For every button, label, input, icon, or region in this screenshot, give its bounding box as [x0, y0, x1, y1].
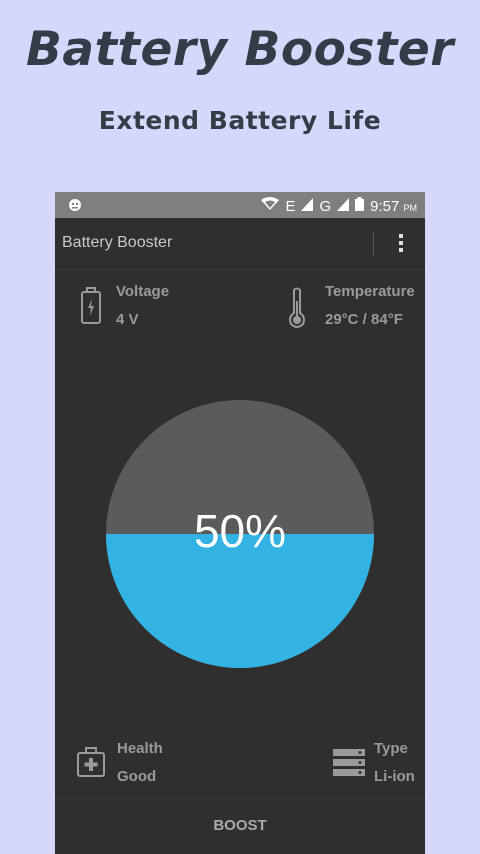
battery-status-icon — [355, 197, 365, 215]
network-type-e: E — [285, 197, 296, 215]
signal-icon — [301, 197, 314, 215]
health-stat: Health Good — [117, 735, 163, 791]
temperature-value: 29°C / 84°F — [325, 311, 403, 328]
voltage-stat: Voltage 4 V — [116, 278, 169, 334]
bottom-bar: BOOST — [55, 798, 425, 854]
battery-percent: 50% — [193, 505, 287, 557]
voltage-value: 4 V — [116, 311, 139, 328]
type-stat: Type Li-ion — [374, 735, 415, 791]
voltage-label: Voltage — [116, 283, 170, 300]
status-bar: E G 9:57 PM — [55, 192, 425, 218]
promo-subtitle: Extend Battery Life — [98, 106, 382, 135]
network-type-g: G — [319, 197, 332, 215]
thermometer-icon — [287, 287, 307, 333]
type-label: Type — [374, 740, 408, 757]
clock: 9:57 PM — [370, 197, 417, 215]
type-value: Li-ion — [374, 768, 415, 785]
app-title: Battery Booster — [62, 234, 173, 251]
wifi-icon — [261, 197, 280, 215]
signal-icon-2 — [337, 197, 350, 215]
health-label: Health — [117, 740, 163, 757]
temperature-stat: Temperature 29°C / 84°F — [325, 278, 415, 334]
stack-icon — [333, 749, 365, 781]
app-bar: Battery Booster — [55, 218, 425, 270]
battery-icon — [79, 287, 103, 329]
more-vert-icon[interactable] — [389, 232, 413, 258]
medical-kit-icon — [77, 747, 105, 781]
battery-level-gauge: 50% — [106, 400, 374, 668]
promo-title: Battery Booster — [26, 22, 454, 77]
health-value: Good — [117, 768, 157, 785]
boost-button[interactable]: BOOST — [55, 799, 425, 854]
android-debug-icon — [67, 196, 83, 216]
temperature-label: Temperature — [325, 283, 415, 300]
phone-screen: E G 9:57 PM Battery Booster Voltage 4 V … — [55, 192, 425, 854]
appbar-divider — [373, 231, 374, 257]
